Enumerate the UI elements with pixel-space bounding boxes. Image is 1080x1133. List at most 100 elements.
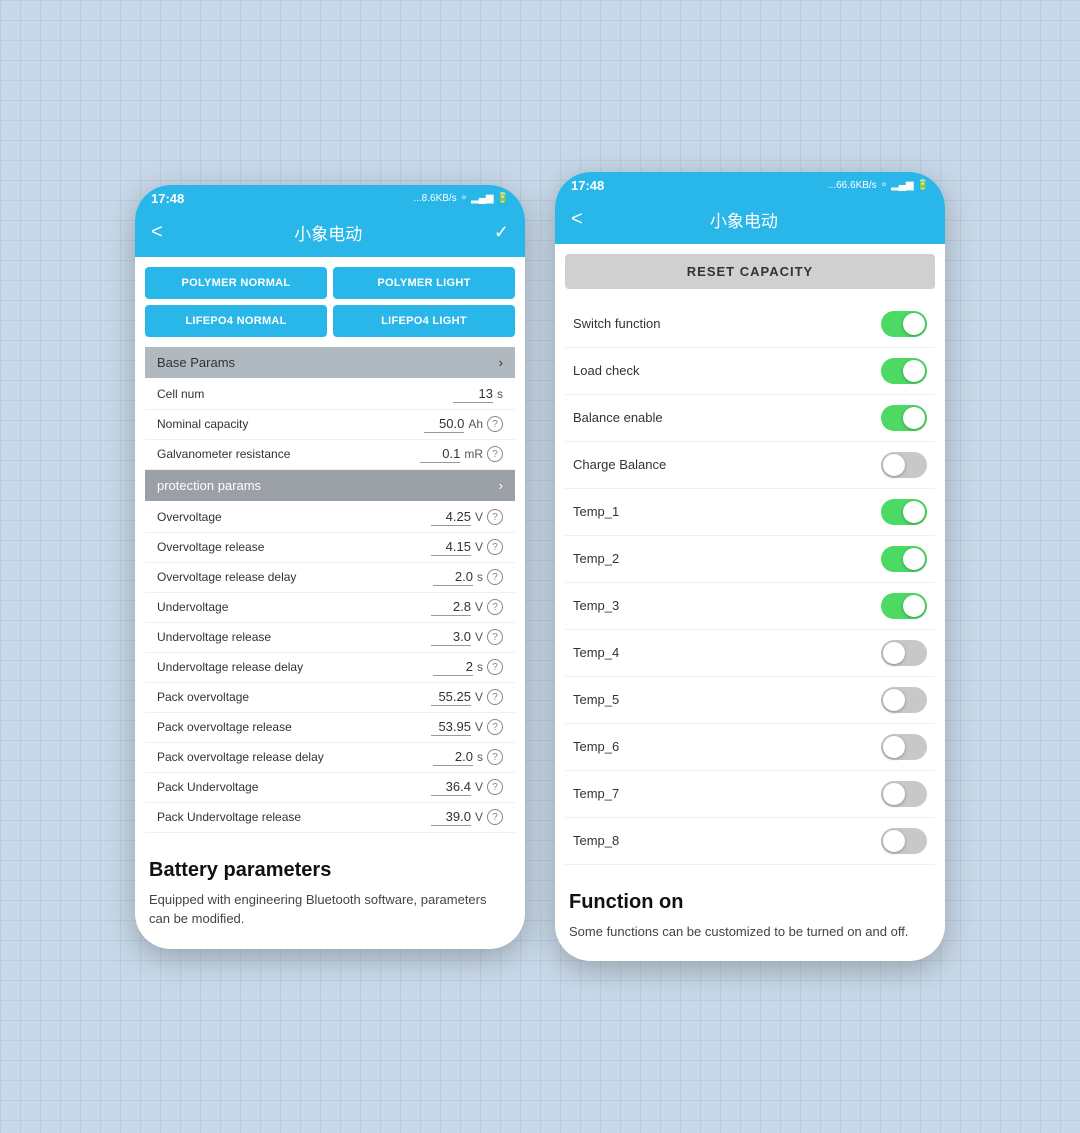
pack-undervoltage-help[interactable]: ? — [487, 779, 503, 795]
pack-undervoltage-value[interactable]: 36.4 — [431, 779, 471, 796]
right-content: RESET CAPACITY Switch function Load chec… — [555, 244, 945, 875]
left-title: 小象电动 — [294, 220, 362, 245]
pack-overvoltage-row: Pack overvoltage 55.25 V ? — [145, 683, 515, 713]
galvanometer-label: Galvanometer resistance — [157, 447, 420, 461]
pack-overvoltage-release-delay-value[interactable]: 2.0 — [433, 749, 473, 766]
right-status-bar: 17:48 ...66.6KB/s ⚬ ▂▄▆ 🔋 — [555, 172, 945, 199]
overvoltage-help[interactable]: ? — [487, 509, 503, 525]
left-phone: 17:48 ...8.6KB/s ⚬ ▂▄▆ 🔋 < 小象电动 ✓ POLYME… — [135, 185, 525, 949]
right-title: 小象电动 — [710, 207, 778, 232]
temp-7-row: Temp_7 — [565, 771, 935, 818]
right-network-speed: ...66.6KB/s — [828, 180, 877, 191]
cell-num-value[interactable]: 13 — [453, 386, 493, 403]
undervoltage-release-help[interactable]: ? — [487, 629, 503, 645]
pack-overvoltage-help[interactable]: ? — [487, 689, 503, 705]
cell-num-unit: s — [497, 387, 503, 401]
overvoltage-label: Overvoltage — [157, 510, 431, 524]
overvoltage-release-value-group: 4.15 V ? — [431, 539, 503, 556]
load-check-toggle[interactable] — [881, 358, 927, 384]
right-caption-text: Some functions can be customized to be t… — [569, 922, 931, 942]
undervoltage-release-delay-help[interactable]: ? — [487, 659, 503, 675]
nominal-capacity-help[interactable]: ? — [487, 416, 503, 432]
overvoltage-release-delay-value-group: 2.0 s ? — [433, 569, 503, 586]
galvanometer-value[interactable]: 0.1 — [420, 446, 460, 463]
balance-enable-row: Balance enable — [565, 395, 935, 442]
charge-balance-label: Charge Balance — [573, 457, 666, 472]
overvoltage-release-delay-label: Overvoltage release delay — [157, 570, 433, 584]
temp-4-toggle[interactable] — [881, 640, 927, 666]
left-back-button[interactable]: < — [151, 221, 163, 244]
pack-overvoltage-release-value-group: 53.95 V ? — [431, 719, 503, 736]
temp-7-toggle[interactable] — [881, 781, 927, 807]
left-bt-icon: ⚬ — [460, 193, 468, 204]
pack-undervoltage-release-value[interactable]: 39.0 — [431, 809, 471, 826]
pack-undervoltage-label: Pack Undervoltage — [157, 780, 431, 794]
undervoltage-release-label: Undervoltage release — [157, 630, 431, 644]
left-battery-icon: 🔋 — [497, 193, 509, 204]
left-check-button[interactable]: ✓ — [494, 222, 509, 243]
undervoltage-value[interactable]: 2.8 — [431, 599, 471, 616]
polymer-normal-button[interactable]: POLYMER NORMAL — [145, 267, 327, 299]
pack-undervoltage-release-label: Pack Undervoltage release — [157, 810, 431, 824]
temp-5-row: Temp_5 — [565, 677, 935, 724]
temp-5-toggle[interactable] — [881, 687, 927, 713]
temp-6-row: Temp_6 — [565, 724, 935, 771]
charge-balance-toggle[interactable] — [881, 452, 927, 478]
protection-params-label: protection params — [157, 478, 261, 493]
reset-capacity-button[interactable]: RESET CAPACITY — [565, 254, 935, 289]
undervoltage-help[interactable]: ? — [487, 599, 503, 615]
overvoltage-release-value[interactable]: 4.15 — [431, 539, 471, 556]
left-status-bar: 17:48 ...8.6KB/s ⚬ ▂▄▆ 🔋 — [135, 185, 525, 212]
overvoltage-value[interactable]: 4.25 — [431, 509, 471, 526]
right-back-button[interactable]: < — [571, 208, 583, 231]
temp-3-row: Temp_3 — [565, 583, 935, 630]
temp-2-toggle[interactable] — [881, 546, 927, 572]
polymer-light-button[interactable]: POLYMER LIGHT — [333, 267, 515, 299]
pack-overvoltage-label: Pack overvoltage — [157, 690, 431, 704]
nominal-capacity-value[interactable]: 50.0 — [424, 416, 464, 433]
overvoltage-release-delay-row: Overvoltage release delay 2.0 s ? — [145, 563, 515, 593]
left-time: 17:48 — [151, 191, 184, 206]
pack-undervoltage-release-help[interactable]: ? — [487, 809, 503, 825]
overvoltage-value-group: 4.25 V ? — [431, 509, 503, 526]
overvoltage-release-unit: V — [475, 540, 483, 554]
cell-num-label: Cell num — [157, 387, 453, 401]
temp-8-toggle[interactable] — [881, 828, 927, 854]
pack-overvoltage-release-delay-label: Pack overvoltage release delay — [157, 750, 433, 764]
balance-enable-toggle[interactable] — [881, 405, 927, 431]
right-title-bar: < 小象电动 — [555, 199, 945, 244]
overvoltage-release-row: Overvoltage release 4.15 V ? — [145, 533, 515, 563]
pack-overvoltage-value[interactable]: 55.25 — [431, 689, 471, 706]
temp-5-label: Temp_5 — [573, 692, 619, 707]
overvoltage-release-delay-value[interactable]: 2.0 — [433, 569, 473, 586]
pack-overvoltage-release-value[interactable]: 53.95 — [431, 719, 471, 736]
temp-1-toggle[interactable] — [881, 499, 927, 525]
undervoltage-value-group: 2.8 V ? — [431, 599, 503, 616]
protection-params-header[interactable]: protection params › — [145, 470, 515, 501]
galvanometer-value-group: 0.1 mR ? — [420, 446, 503, 463]
overvoltage-release-delay-unit: s — [477, 570, 483, 584]
undervoltage-release-delay-value[interactable]: 2 — [433, 659, 473, 676]
overvoltage-release-help[interactable]: ? — [487, 539, 503, 555]
lifepo4-normal-button[interactable]: LIFEPO4 NORMAL — [145, 305, 327, 337]
temp-7-label: Temp_7 — [573, 786, 619, 801]
temp-6-toggle[interactable] — [881, 734, 927, 760]
undervoltage-release-delay-row: Undervoltage release delay 2 s ? — [145, 653, 515, 683]
base-params-header[interactable]: Base Params › — [145, 347, 515, 378]
pack-overvoltage-unit: V — [475, 690, 483, 704]
switch-function-toggle[interactable] — [881, 311, 927, 337]
pack-undervoltage-release-row: Pack Undervoltage release 39.0 V ? — [145, 803, 515, 833]
right-caption: Function on Some functions can be custom… — [555, 875, 945, 962]
lifepo4-light-button[interactable]: LIFEPO4 LIGHT — [333, 305, 515, 337]
overvoltage-release-delay-help[interactable]: ? — [487, 569, 503, 585]
right-time: 17:48 — [571, 178, 604, 193]
pack-overvoltage-release-delay-help[interactable]: ? — [487, 749, 503, 765]
right-battery-icon: 🔋 — [917, 180, 929, 191]
left-caption-text: Equipped with engineering Bluetooth soft… — [149, 890, 511, 929]
temp-3-toggle[interactable] — [881, 593, 927, 619]
temp-4-row: Temp_4 — [565, 630, 935, 677]
pack-overvoltage-release-help[interactable]: ? — [487, 719, 503, 735]
undervoltage-release-value[interactable]: 3.0 — [431, 629, 471, 646]
undervoltage-release-row: Undervoltage release 3.0 V ? — [145, 623, 515, 653]
galvanometer-help[interactable]: ? — [487, 446, 503, 462]
